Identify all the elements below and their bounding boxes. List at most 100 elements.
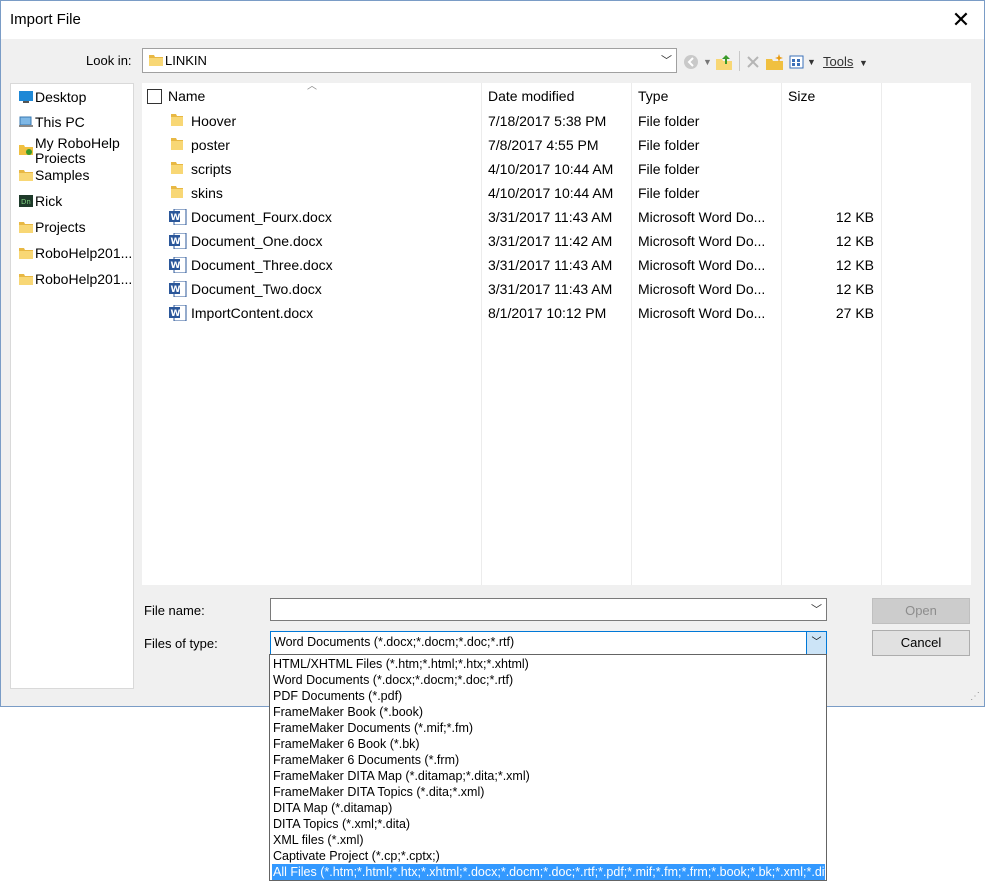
resize-grip-icon[interactable]: ⋰: [970, 691, 980, 702]
column-header-date[interactable]: Date modified: [488, 83, 574, 109]
folder-icon: [171, 162, 183, 174]
back-icon[interactable]: [683, 51, 701, 73]
svg-text:Dn: Dn: [21, 198, 31, 206]
folder-icon: [171, 138, 183, 150]
file-name-cell: Document_Two.docx: [191, 281, 322, 297]
up-folder-icon[interactable]: [715, 51, 733, 73]
file-name-input[interactable]: ﹀: [270, 598, 827, 621]
file-row[interactable]: W Document_Two.docx 3/31/2017 11:43 AM Micr…: [142, 277, 971, 301]
chevron-down-icon[interactable]: ﹀: [811, 601, 822, 617]
file-type-option[interactable]: Word Documents (*.docx;*.docm;*.doc;*.rt…: [272, 672, 825, 688]
file-type-option[interactable]: XML files (*.xml): [272, 832, 825, 848]
tools-menu[interactable]: Tools ▼: [823, 51, 868, 73]
files-of-type-label: Files of type:: [144, 636, 218, 651]
close-icon[interactable]: ✕: [946, 5, 976, 35]
select-all-checkbox[interactable]: [147, 89, 162, 104]
open-button[interactable]: Open: [872, 598, 970, 624]
column-header-size[interactable]: Size: [788, 83, 815, 109]
column-header-name[interactable]: Name: [168, 83, 205, 109]
file-row[interactable]: W ImportContent.docx 8/1/2017 10:12 PM Micr…: [142, 301, 971, 325]
file-type-option[interactable]: Captivate Project (*.cp;*.cptx;): [272, 848, 825, 864]
dropdown-toggle-button[interactable]: ﹀: [806, 632, 826, 654]
file-type-option[interactable]: DITA Topics (*.xml;*.dita): [272, 816, 825, 832]
tools-arrow-icon: ▼: [858, 58, 868, 68]
file-row[interactable]: W Document_Fourx.docx 3/31/2017 11:43 AM Mi…: [142, 205, 971, 229]
file-row[interactable]: W Document_One.docx 3/31/2017 11:42 AM Micr…: [142, 229, 971, 253]
file-type-option[interactable]: FrameMaker 6 Book (*.bk): [272, 736, 825, 752]
sidebar-item-label: Projects: [35, 219, 86, 235]
new-folder-icon[interactable]: [765, 51, 785, 73]
folder-icon: [171, 186, 183, 198]
sidebar-item-label: My RoboHelp Projects: [35, 136, 120, 163]
folder-icon: [19, 222, 33, 233]
places-sidebar: Desktop This PC My RoboHelp Projects Sam…: [10, 83, 134, 689]
sidebar-item-label: RoboHelp201...: [35, 271, 133, 287]
look-in-dropdown[interactable]: LINKIN ﹀: [142, 48, 677, 73]
word-document-icon: W: [169, 209, 187, 225]
sidebar-item-label: Rick: [35, 193, 63, 209]
file-row[interactable]: W Document_Three.docx 3/31/2017 11:43 AM Mi…: [142, 253, 971, 277]
type-cell: File folder: [638, 113, 700, 129]
folder-icon: [19, 274, 33, 285]
views-menu-arrow-icon[interactable]: ▼: [807, 51, 816, 73]
user-app-icon: Dn: [19, 195, 33, 207]
file-type-option[interactable]: All Files (*.htm;*.html;*.htx;*.xhtml;*.…: [272, 864, 825, 880]
files-of-type-value: Word Documents (*.docx;*.docm;*.doc;*.rt…: [274, 635, 515, 649]
type-cell: Microsoft Word Do...: [638, 209, 766, 225]
file-name-cell: ImportContent.docx: [191, 305, 314, 321]
type-cell: Microsoft Word Do...: [638, 257, 766, 273]
files-of-type-dropdown-list: HTML/XHTML Files (*.htm;*.html;*.htx;*.x…: [269, 654, 827, 881]
word-document-icon: W: [169, 233, 187, 249]
delete-icon[interactable]: [745, 51, 761, 73]
file-type-option[interactable]: DITA Map (*.ditamap): [272, 800, 825, 816]
file-row[interactable]: poster 7/8/2017 4:55 PM File folder: [142, 133, 971, 157]
word-document-icon: W: [169, 257, 187, 273]
sidebar-item-my-robohelp-projects[interactable]: My RoboHelp Projects: [19, 135, 133, 163]
svg-text:W: W: [171, 285, 181, 295]
file-type-option[interactable]: HTML/XHTML Files (*.htm;*.html;*.htx;*.x…: [272, 656, 825, 672]
date-modified-cell: 3/31/2017 11:43 AM: [488, 257, 613, 273]
svg-text:W: W: [171, 213, 181, 223]
tools-label: Tools: [823, 54, 854, 69]
date-modified-cell: 7/18/2017 5:38 PM: [488, 113, 607, 129]
file-type-option[interactable]: FrameMaker Book (*.book): [272, 704, 825, 720]
size-cell: 12 KB: [835, 233, 874, 249]
file-row[interactable]: Hoover 7/18/2017 5:38 PM File folder: [142, 109, 971, 133]
file-type-option[interactable]: FrameMaker Documents (*.mif;*.fm): [272, 720, 825, 736]
sidebar-item-this-pc[interactable]: This PC: [19, 113, 133, 135]
date-modified-cell: 8/1/2017 10:12 PM: [488, 305, 607, 321]
date-modified-cell: 7/8/2017 4:55 PM: [488, 137, 599, 153]
file-row[interactable]: scripts 4/10/2017 10:44 AM File folder: [142, 157, 971, 181]
file-row[interactable]: skins 4/10/2017 10:44 AM File folder: [142, 181, 971, 205]
type-cell: Microsoft Word Do...: [638, 305, 766, 321]
files-of-type-select[interactable]: Word Documents (*.docx;*.docm;*.doc;*.rt…: [270, 631, 827, 655]
word-document-icon: W: [169, 281, 187, 297]
file-type-option[interactable]: PDF Documents (*.pdf): [272, 688, 825, 704]
date-modified-cell: 4/10/2017 10:44 AM: [488, 161, 614, 177]
file-name-cell: poster: [191, 137, 230, 153]
sidebar-item-robohelp-2[interactable]: RoboHelp201...: [19, 270, 133, 292]
file-name-label: File name:: [144, 603, 205, 618]
file-type-option[interactable]: FrameMaker DITA Topics (*.dita;*.xml): [272, 784, 825, 800]
folder-icon: [19, 248, 33, 259]
sidebar-item-samples[interactable]: Samples: [19, 166, 133, 188]
file-type-option[interactable]: FrameMaker 6 Documents (*.frm): [272, 752, 825, 768]
cancel-button[interactable]: Cancel: [872, 630, 970, 656]
sidebar-item-label: Samples: [35, 167, 90, 183]
folder-icon: [149, 55, 163, 66]
sidebar-item-label: Desktop: [35, 89, 87, 105]
sidebar-item-projects[interactable]: Projects: [19, 218, 133, 240]
type-cell: File folder: [638, 137, 700, 153]
back-menu-arrow-icon[interactable]: ▼: [703, 51, 712, 73]
sidebar-item-robohelp-1[interactable]: RoboHelp201...: [19, 244, 133, 266]
file-list[interactable]: ︿ Name Date modified Type Size Hoover 7/1…: [142, 81, 971, 585]
file-name-cell: Document_One.docx: [191, 233, 323, 249]
sidebar-item-rick[interactable]: Dn Rick: [19, 192, 133, 214]
views-icon[interactable]: [789, 51, 805, 73]
file-type-option[interactable]: FrameMaker DITA Map (*.ditamap;*.dita;*.…: [272, 768, 825, 784]
type-cell: File folder: [638, 185, 700, 201]
size-cell: 12 KB: [835, 209, 874, 225]
date-modified-cell: 3/31/2017 11:43 AM: [488, 209, 613, 225]
sidebar-item-desktop[interactable]: Desktop: [19, 88, 133, 110]
column-header-type[interactable]: Type: [638, 83, 668, 109]
